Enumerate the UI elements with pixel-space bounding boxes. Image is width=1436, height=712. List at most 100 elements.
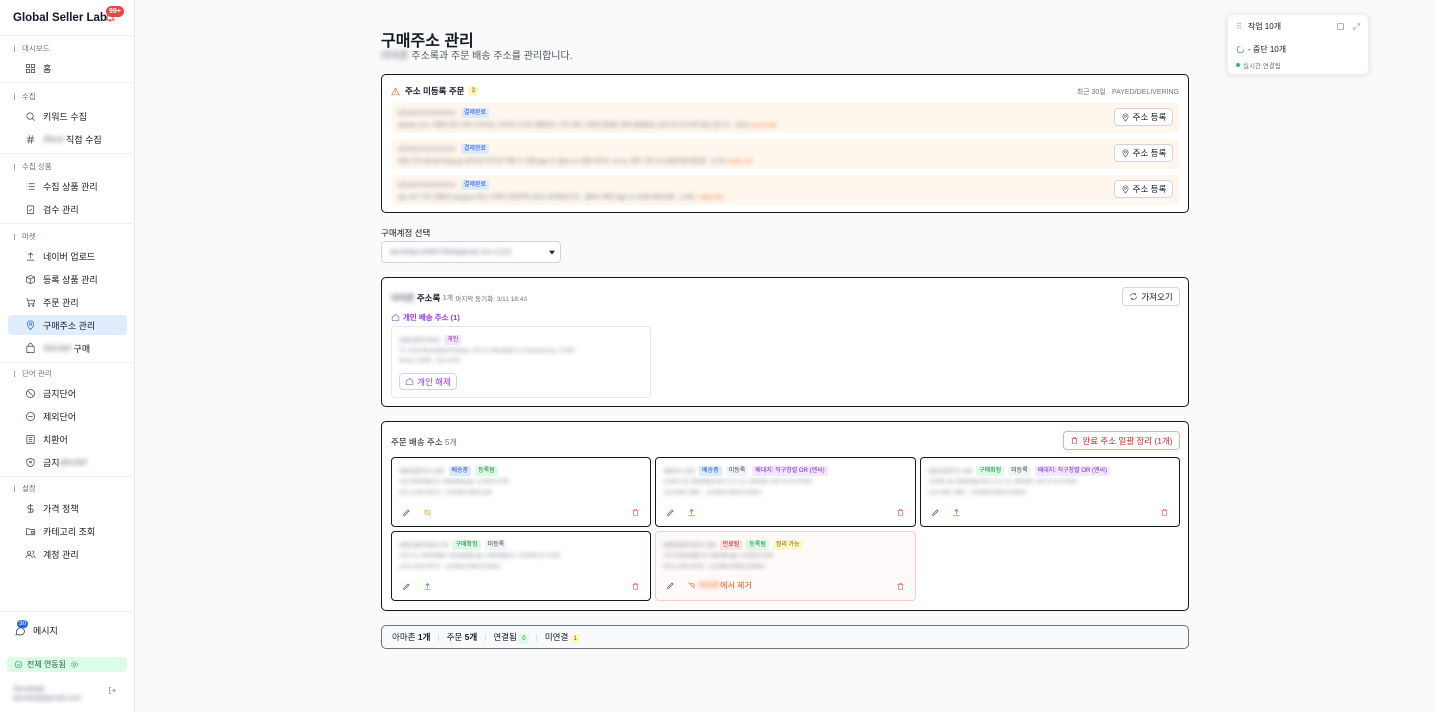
sync-status[interactable]: 전체 연동됨 [7, 657, 127, 672]
unregistered-row: 2024XXXXXXXXXX 결제완료 제일 가선 abcdef deep.jp … [392, 139, 1179, 169]
sidebar-item-purchase[interactable]: Abcdef 구매 [8, 338, 127, 358]
task-widget: ⠿ 작업 10개 - 중단 10개 실시간 연결됨 [1227, 14, 1369, 75]
sidebar-item-naver-upload[interactable]: 네이버 업로드 [8, 246, 127, 266]
minimize-icon[interactable] [1336, 22, 1345, 31]
map-pin-icon [1122, 113, 1129, 121]
order-address-card: ABCDEFG LIM 구매확정 미등록 배대지: 직구창렬 OR (엔씨) 1234… [920, 457, 1180, 527]
settings-icon [71, 661, 78, 668]
sidebar-item-accounts[interactable]: 계정 관리 [8, 544, 127, 564]
unregistered-count: 3 [468, 86, 478, 96]
addressbook-card: 아마존 주소록 1개 마지막 동기화: 3/11 18:43 가져오기 개인 배… [381, 277, 1189, 407]
trash-icon[interactable] [631, 508, 640, 517]
addressbook-title: 주소록 [416, 293, 441, 303]
unregistered-orders-card: 주소 미등록 주문 3 최근 30일 · PAYED/DELIVERING 20… [381, 74, 1189, 213]
replace-icon [24, 433, 36, 445]
register-address-button[interactable]: 주소 등록 [1114, 144, 1173, 162]
nav-section-market: 마켓 네이버 업로드 등록 상품 관리 주문 관리 구매주소 관리 Abcdef… [0, 231, 135, 367]
trash-icon[interactable] [896, 582, 905, 591]
brand-name: Global Seller Lab [13, 11, 107, 24]
home-icon [405, 378, 414, 385]
edit-icon[interactable] [402, 508, 411, 517]
drag-handle-icon[interactable]: ⠿ [1236, 22, 1242, 31]
sidebar-item-direct-collect[interactable]: Abcd 직접 수집 [8, 129, 127, 149]
sidebar-item-keyword-collect[interactable]: 키워드 수집 [8, 106, 127, 126]
order-address-card: ABCDEFG LEE 배송중 등록됨 123 Abcdefg-ro, Abcdef… [391, 457, 651, 527]
search-icon [24, 110, 36, 122]
bag-icon [24, 342, 36, 354]
remove-from-amazon-button[interactable]: 아마존 에서 제거 [687, 580, 752, 591]
notification-badge: 99+ [106, 6, 124, 17]
folder-search-icon [24, 525, 36, 537]
home-icon [391, 314, 400, 321]
trash-icon [1071, 437, 1078, 444]
sidebar-item-banned-other[interactable]: 금지 abcdef [8, 452, 127, 472]
last-sync: 마지막 동기화: 3/11 18:43 [455, 296, 527, 303]
register-address-button[interactable]: 주소 등록 [1114, 180, 1173, 198]
live-dot-icon [1236, 63, 1240, 67]
section-label: 대시보드 [22, 44, 50, 53]
dollar-icon [24, 502, 36, 514]
sidebar-item-replace-words[interactable]: 치환어 [8, 429, 127, 449]
logout-icon[interactable] [108, 686, 117, 695]
users-icon [24, 548, 36, 560]
chevron-down-icon [549, 250, 555, 255]
edit-icon[interactable] [931, 508, 940, 517]
expand-icon[interactable] [1352, 22, 1361, 31]
order-addresses-card: 주문 배송 주소 5개 완료 주소 일괄 정리 (1개) ABCDEFG LEE… [381, 421, 1189, 611]
hash-icon [24, 133, 36, 145]
edit-icon[interactable] [402, 582, 411, 591]
page-subtitle: 아마존 주소록과 주문 배송 주소를 관리합니다. [381, 51, 573, 62]
trash-icon[interactable] [631, 582, 640, 591]
messages-item[interactable]: 30 메시지 [0, 611, 135, 649]
account-select[interactable]: abcdefg1234567890@gmail.com (123) [381, 241, 561, 263]
sidebar-item-registered[interactable]: 등록 상품 관리 [8, 269, 127, 289]
trash-icon[interactable] [1160, 508, 1169, 517]
orders-title: 주문 배송 주소 [391, 437, 443, 447]
register-address-button[interactable]: 주소 등록 [1114, 108, 1173, 126]
cleanup-button[interactable]: 완료 주소 일괄 정리 (1개) [1063, 431, 1180, 450]
map-pin-icon [1122, 185, 1129, 193]
task-line: - 중단 10개 [1248, 45, 1287, 54]
order-address-card-expired: ABCDEFGHIJ JIN 만료됨 등록됨 정리 가능 123 Abcdefgh-r… [655, 531, 916, 601]
sidebar-item-product-manage[interactable]: 수집 상품 관리 [8, 176, 127, 196]
brand: Global Seller Lab 99+ [0, 0, 134, 36]
list-icon [24, 180, 36, 192]
personal-header: 개인 배송 주소 (1) [391, 312, 460, 323]
sidebar-item-home[interactable]: 홈 [8, 58, 127, 78]
minus-circle-icon [24, 410, 36, 422]
sidebar-item-price-policy[interactable]: 가격 정책 [8, 498, 127, 518]
sidebar-item-excluded-words[interactable]: 제외단어 [8, 406, 127, 426]
trash-icon[interactable] [896, 508, 905, 517]
nav-section-settings: 설정 가격 정책 카테고리 조회 계정 관리 [0, 483, 135, 564]
nav-section-products: 수집 상품 수집 상품 관리 검수 관리 [0, 161, 135, 228]
personal-tag: 개인 [444, 335, 462, 345]
nav-section-collect: 수집 키워드 수집 Abcd 직접 수집 [0, 91, 135, 158]
upload-icon[interactable] [687, 508, 696, 517]
refresh-icon [1130, 293, 1138, 300]
release-personal-button[interactable]: 개인 해제 [399, 373, 457, 390]
unlink-icon[interactable] [423, 508, 432, 517]
sidebar-item-purchase-address[interactable]: 구매주소 관리 [8, 315, 127, 335]
unregistered-meta: 최근 30일 · PAYED/DELIVERING [1076, 89, 1179, 96]
unregistered-row: 2024XXXXXXXXXX 결제완료 abt 10/7 리다 정물의 kangs… [392, 175, 1179, 205]
sidebar-item-orders[interactable]: 주문 관리 [8, 292, 127, 312]
upload-icon[interactable] [423, 582, 432, 591]
shield-icon [24, 456, 36, 468]
nav-section-words: 단어 관리 금지단어 제외단어 치환어 금지 abcdef [0, 368, 135, 481]
sidebar-item-category[interactable]: 카테고리 조회 [8, 521, 127, 541]
upload-icon[interactable] [952, 508, 961, 517]
personal-address-card: ABCDEFGHIJ 개인 7F, 1234 Abcdefghij Buildi… [391, 326, 651, 398]
map-pin-icon [24, 319, 36, 331]
clipboard-check-icon [24, 203, 36, 215]
edit-icon[interactable] [666, 508, 675, 517]
nav-section-dashboard: 대시보드 홈 [0, 43, 135, 87]
warning-icon [391, 87, 400, 95]
sidebar-item-banned-words[interactable]: 금지단어 [8, 383, 127, 403]
edit-icon[interactable] [666, 581, 675, 590]
map-pin-icon [1122, 149, 1129, 157]
sidebar-item-inspection[interactable]: 검수 관리 [8, 199, 127, 219]
grid-icon [24, 62, 36, 74]
sidebar: Global Seller Lab 99+ 대시보드 홈 수집 키워드 수집 A… [0, 0, 135, 712]
account-label: 구매계정 선택 [381, 228, 431, 238]
import-button[interactable]: 가져오기 [1122, 287, 1180, 306]
